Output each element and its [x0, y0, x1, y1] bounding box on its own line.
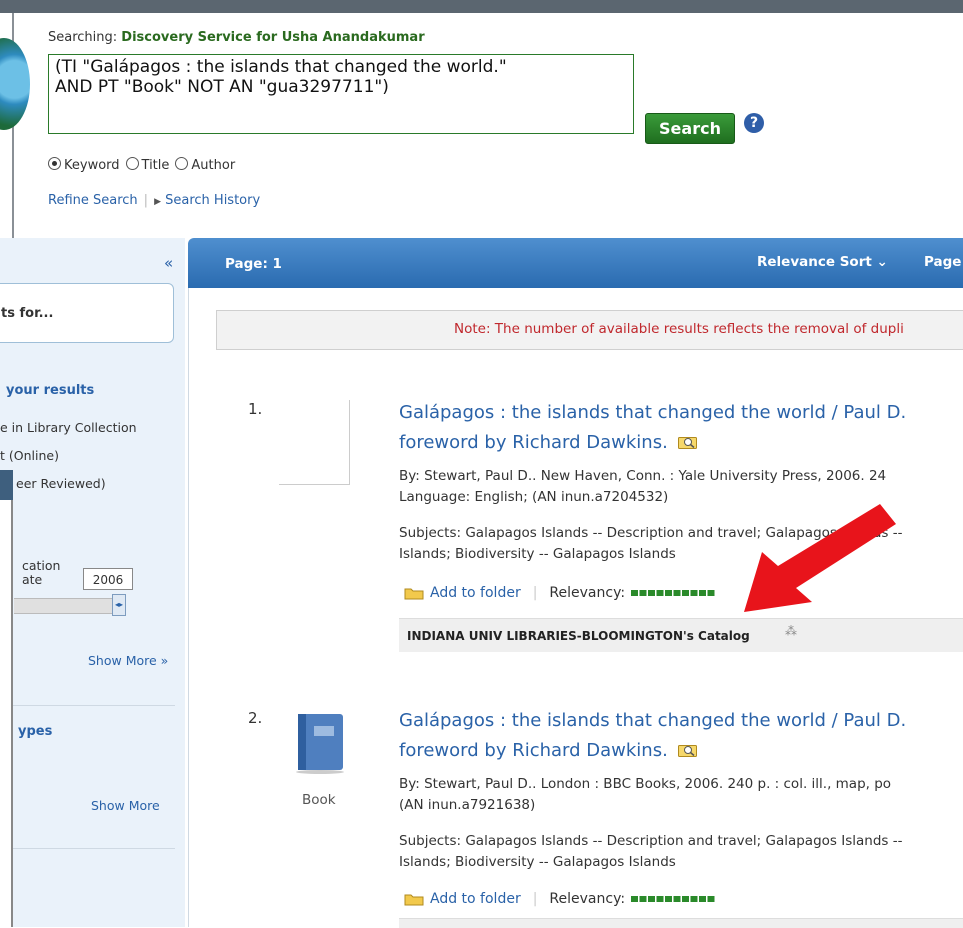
window-top-bar [0, 0, 963, 13]
add-to-folder-link[interactable]: Add to folder [430, 891, 521, 907]
book-type-label: Book [302, 792, 336, 808]
result-byline-2: Language: English; (AN inun.a7204532) [399, 489, 669, 505]
loading-spinner-icon: ⁂ [785, 624, 797, 638]
collapse-sidebar-icon[interactable]: « [164, 254, 173, 272]
relevancy-meter [631, 590, 717, 596]
relevancy-label: Relevancy: [549, 891, 626, 907]
result-subjects: Subjects: Galapagos Islands -- Descripti… [399, 833, 903, 849]
publication-date-label-2: ate [22, 572, 43, 587]
radio-title-label: Title [141, 158, 170, 173]
result-title-line1[interactable]: Galápagos : the islands that changed the… [399, 710, 906, 731]
result-title-link[interactable]: Galápagos : the islands that changed the… [399, 705, 906, 737]
result-title-line2[interactable]: foreword by Richard Dawkins. [399, 740, 668, 761]
result-title-link[interactable]: Galápagos : the islands that changed the… [399, 397, 906, 429]
database-name: Discovery Service for Usha Anandakumar [121, 30, 425, 45]
relevancy-label: Relevancy: [549, 585, 626, 601]
relevancy-meter [631, 896, 717, 902]
overlay-window-titlebar [0, 470, 13, 500]
search-input[interactable]: (TI "Galápagos : the islands that change… [48, 54, 634, 134]
result-actions: Add to folder | Relevancy: [404, 891, 717, 907]
page-indicator: Page: 1 [225, 256, 282, 272]
result-thumbnail [279, 400, 350, 485]
divider [0, 848, 175, 849]
duplicates-note: Note: The number of available results re… [216, 310, 963, 350]
results-header-bar: Page: 1 Relevance Sort ⌄ Page [188, 238, 963, 288]
divider [0, 705, 175, 706]
divider: | [532, 891, 538, 907]
radio-icon [175, 157, 189, 170]
result-title-line2[interactable]: foreword by Richard Dawkins. [399, 432, 668, 453]
annotation-arrow-icon [744, 504, 896, 612]
show-more-link[interactable]: Show More » [88, 653, 168, 668]
publication-year-input[interactable]: 2006 [83, 568, 133, 590]
search-history-link[interactable]: Search History [165, 193, 260, 208]
radio-author-label: Author [191, 158, 236, 173]
logo [0, 38, 30, 130]
book-icon[interactable] [292, 712, 347, 774]
help-icon[interactable]: ? [744, 113, 764, 133]
preview-magnifier-icon[interactable] [677, 743, 698, 757]
radio-selected-icon [48, 157, 61, 170]
overlay-window-edge-2 [0, 500, 13, 927]
source-types-heading: ypes [18, 724, 53, 739]
result-actions: Add to folder | Relevancy: [404, 585, 717, 601]
result-subjects-2: Islands; Biodiversity -- Galapagos Islan… [399, 546, 676, 562]
folder-icon[interactable] [404, 892, 424, 906]
result-number: 2. [248, 709, 263, 727]
result-number: 1. [248, 400, 263, 418]
result-title-link-2[interactable]: foreword by Richard Dawkins. [399, 735, 698, 767]
result-title-line1[interactable]: Galápagos : the islands that changed the… [399, 402, 906, 423]
limiter-full-text-online[interactable]: t (Online) [0, 448, 59, 463]
radio-author[interactable]: Author [175, 157, 235, 173]
date-slider-track[interactable] [14, 598, 124, 614]
folder-icon[interactable] [404, 586, 424, 600]
relevance-sort-dropdown[interactable]: Relevance Sort ⌄ [757, 254, 888, 270]
radio-title[interactable]: Title [125, 157, 170, 173]
search-button[interactable]: Search [645, 113, 735, 144]
limiter-library-collection[interactable]: e in Library Collection [0, 420, 137, 435]
searching-prefix: Searching: [48, 30, 118, 45]
refine-results-heading: your results [6, 383, 95, 398]
show-more-link-2[interactable]: Show More [91, 798, 160, 813]
refine-search-link[interactable]: Refine Search [48, 193, 138, 208]
current-search-box: ts for... [0, 283, 174, 343]
divider: | [532, 585, 538, 601]
triangle-right-icon: ▶ [154, 197, 161, 207]
date-slider-handle[interactable]: ◂▸ [112, 594, 126, 616]
result-title-link-2[interactable]: foreword by Richard Dawkins. [399, 427, 698, 459]
catalog-label: INDIANA UNIV LIBRARIES-BLOOMINGTON's Cat… [407, 629, 750, 643]
radio-keyword-label: Keyword [64, 158, 120, 173]
search-links: Refine Search | ▶ Search History [48, 193, 260, 208]
search-mode-options: Keyword Title Author [48, 157, 235, 173]
result-subjects-2: Islands; Biodiversity -- Galapagos Islan… [399, 854, 676, 870]
add-to-folder-link[interactable]: Add to folder [430, 585, 521, 601]
result-byline: By: Stewart, Paul D.. London : BBC Books… [399, 776, 892, 792]
radio-icon [125, 157, 139, 170]
results-for-label: ts for... [1, 306, 54, 321]
radio-keyword[interactable]: Keyword [48, 157, 120, 173]
publication-date-label: cation [22, 558, 61, 573]
limiter-peer-reviewed[interactable]: eer Reviewed) [16, 476, 106, 491]
divider: | [143, 193, 149, 208]
result-byline-2: (AN inun.a7921638) [399, 797, 536, 813]
preview-magnifier-icon[interactable] [677, 435, 698, 449]
catalog-availability-bar[interactable]: INDIANA UNIV LIBRARIES-BLOOMINGTON's Cat… [399, 618, 963, 652]
result-byline: By: Stewart, Paul D.. New Haven, Conn. :… [399, 468, 887, 484]
searching-label: Searching: Discovery Service for Usha An… [48, 30, 425, 45]
page-options-dropdown[interactable]: Page [924, 254, 961, 270]
